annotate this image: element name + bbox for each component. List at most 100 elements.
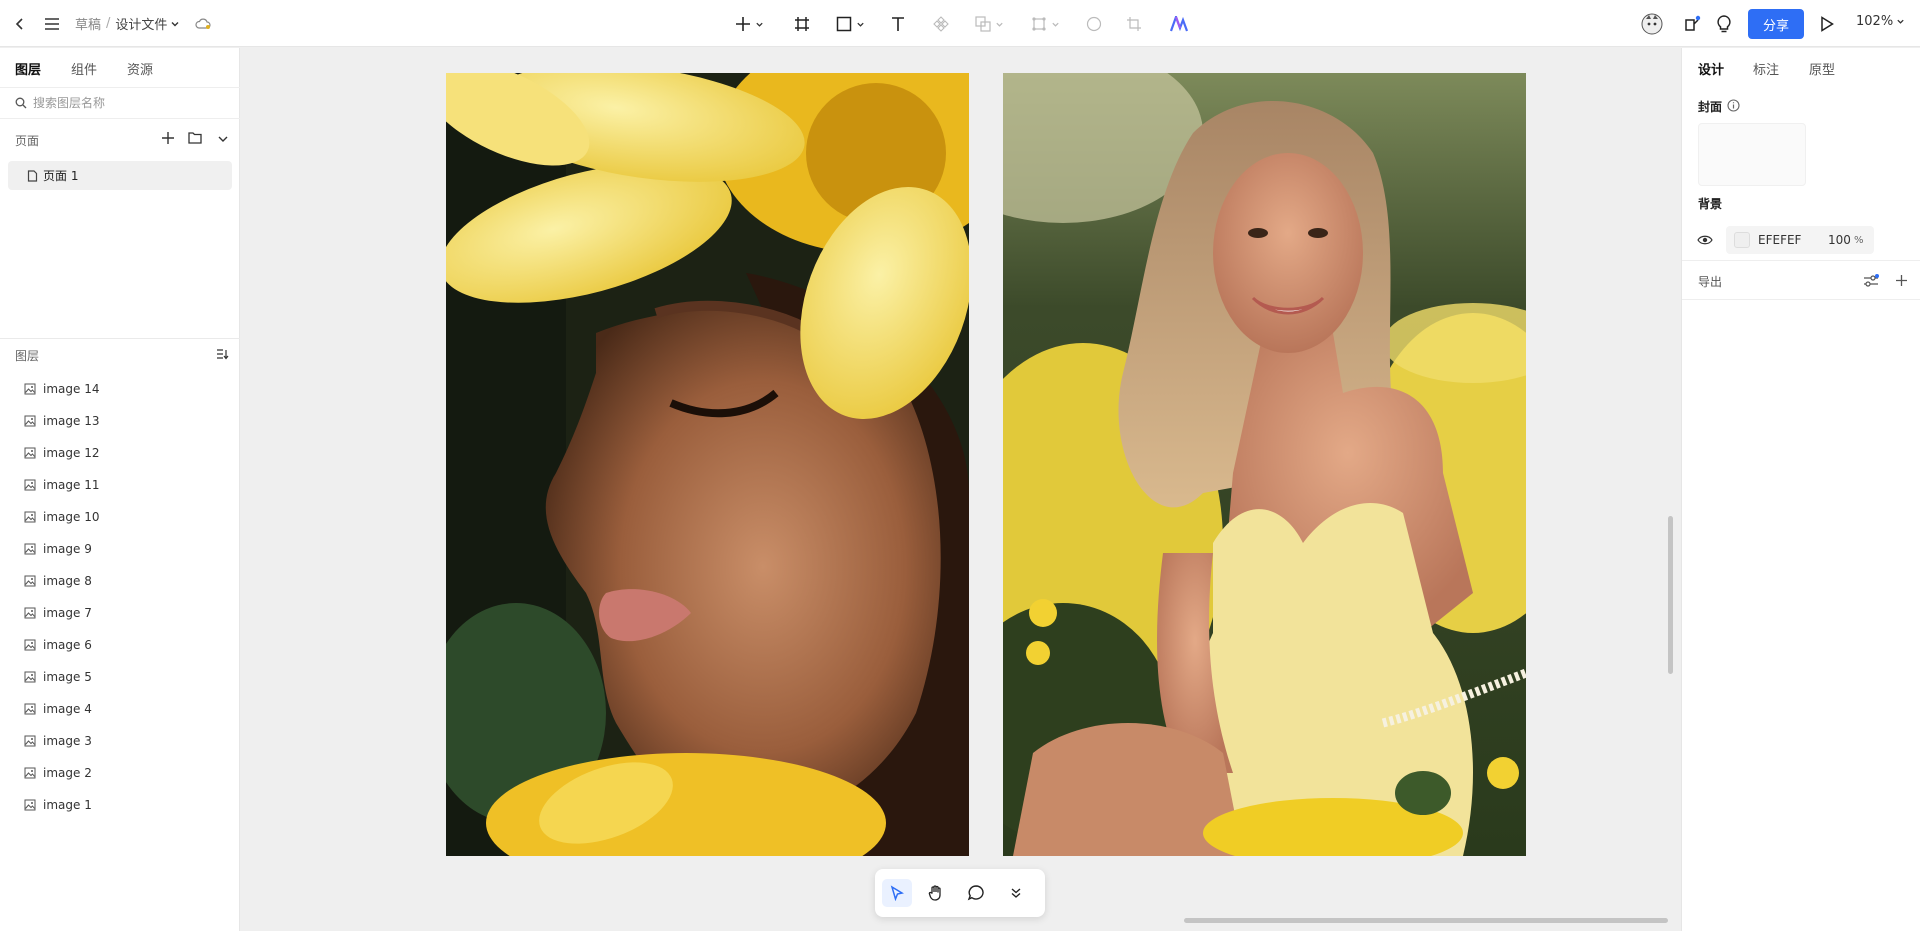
layer-item[interactable]: image 4: [24, 698, 92, 720]
component-tool-icon[interactable]: [931, 12, 951, 36]
boolean-tool[interactable]: [971, 12, 1007, 36]
tab-prototype[interactable]: 原型: [1809, 59, 1835, 78]
avatar[interactable]: [1640, 12, 1664, 36]
eye-icon[interactable]: [1697, 234, 1713, 246]
layer-item[interactable]: image 11: [24, 474, 99, 496]
add-export-icon[interactable]: [1895, 274, 1908, 287]
background-hex[interactable]: EFEFEF: [1758, 233, 1828, 247]
canvas-image-flower-portrait[interactable]: [446, 73, 969, 856]
file-name[interactable]: 设计文件: [115, 14, 167, 33]
page-icon: [27, 169, 38, 182]
layer-item[interactable]: image 13: [24, 410, 99, 432]
chevron-down-icon[interactable]: [217, 134, 229, 144]
crop-tool-icon[interactable]: [1124, 12, 1144, 36]
layer-item[interactable]: image 5: [24, 666, 92, 688]
chevron-down-icon: [1051, 20, 1060, 29]
layer-item-label: image 10: [43, 510, 100, 524]
hand-icon: [927, 884, 945, 902]
lightbulb-icon[interactable]: [1714, 12, 1734, 36]
breadcrumb-root[interactable]: 草稿: [75, 14, 101, 33]
comment-icon: [967, 884, 985, 902]
layer-item-label: image 4: [43, 702, 92, 716]
info-icon[interactable]: [1727, 99, 1740, 112]
chevron-down-icon: [1896, 17, 1905, 26]
page-item[interactable]: 页面 1: [8, 161, 232, 190]
insert-tool[interactable]: [730, 12, 768, 36]
mask-icon: [1031, 16, 1047, 32]
cover-thumbnail[interactable]: [1698, 123, 1806, 186]
add-page-icon[interactable]: [161, 131, 175, 145]
tab-layers[interactable]: 图层: [15, 59, 41, 78]
layer-item-label: image 6: [43, 638, 92, 652]
horizontal-scrollbar[interactable]: [1184, 918, 1668, 923]
cloud-sync-icon[interactable]: [194, 17, 212, 31]
mask-tool[interactable]: [1027, 12, 1063, 36]
layer-item-label: image 11: [43, 478, 100, 492]
ai-plugin-icon[interactable]: [1168, 12, 1190, 36]
image-layer-icon: [24, 511, 36, 523]
hand-tool[interactable]: [921, 879, 951, 907]
plugin-icon[interactable]: [1681, 12, 1703, 36]
cover-label: 封面: [1698, 100, 1723, 114]
layer-item[interactable]: image 6: [24, 634, 92, 656]
play-icon[interactable]: [1817, 12, 1837, 36]
background-opacity[interactable]: 100: [1828, 233, 1854, 247]
layer-item[interactable]: image 7: [24, 602, 92, 624]
flower-portrait-image: [446, 73, 969, 856]
background-color-field[interactable]: EFEFEF 100 %: [1726, 226, 1874, 254]
layers-section-title: 图层: [15, 349, 40, 363]
layer-item[interactable]: image 10: [24, 506, 99, 528]
layer-item[interactable]: image 14: [24, 378, 99, 400]
chevron-down-icon: [856, 20, 865, 29]
share-button[interactable]: 分享: [1748, 9, 1804, 39]
export-settings-icon[interactable]: [1863, 274, 1879, 288]
tab-design[interactable]: 设计: [1698, 59, 1724, 78]
frame-tool-icon[interactable]: [792, 12, 812, 36]
tab-components[interactable]: 组件: [71, 59, 97, 78]
text-tool-icon[interactable]: [888, 12, 908, 36]
layer-search: [0, 87, 240, 119]
layer-item-label: image 5: [43, 670, 92, 684]
image-layer-icon: [24, 767, 36, 779]
move-tool[interactable]: [882, 879, 912, 907]
rectangle-tool[interactable]: [832, 12, 868, 36]
layer-item[interactable]: image 8: [24, 570, 92, 592]
zoom-control[interactable]: 102%: [1856, 14, 1905, 29]
comment-tool[interactable]: [961, 879, 991, 907]
top-toolbar: 草稿 / 设计文件 分享 102%: [0, 0, 1920, 47]
image-layer-icon: [24, 607, 36, 619]
layer-sort-icon[interactable]: [216, 348, 230, 360]
left-tabs: 图层 组件 资源: [0, 48, 240, 87]
export-section: 导出: [1682, 260, 1920, 300]
layer-item[interactable]: image 2: [24, 762, 92, 784]
canvas-image-yellow-dress-portrait[interactable]: [1003, 73, 1526, 856]
layer-item[interactable]: image 12: [24, 442, 99, 464]
image-layer-icon: [24, 479, 36, 491]
bottom-toolbar: [875, 869, 1045, 917]
tab-annotate[interactable]: 标注: [1753, 59, 1779, 78]
chevron-down-icon: [995, 20, 1004, 29]
image-layer-icon: [24, 799, 36, 811]
image-layer-icon: [24, 671, 36, 683]
chevron-down-icon[interactable]: [170, 19, 180, 29]
cursor-icon: [889, 885, 905, 901]
search-input[interactable]: [33, 96, 223, 110]
left-panel: 图层 组件 资源 页面 页面 1 图层 image 14 image 13 imag…: [0, 48, 240, 931]
layer-item[interactable]: image 3: [24, 730, 92, 752]
ellipse-tool-icon[interactable]: [1084, 12, 1104, 36]
design-canvas[interactable]: [241, 48, 1681, 931]
folder-icon[interactable]: [188, 131, 202, 144]
tab-assets[interactable]: 资源: [127, 59, 153, 78]
layer-item-label: image 3: [43, 734, 92, 748]
layer-item[interactable]: image 1: [24, 794, 92, 816]
layer-item[interactable]: image 9: [24, 538, 92, 560]
layer-item-label: image 8: [43, 574, 92, 588]
menu-icon[interactable]: [42, 12, 62, 36]
vertical-scrollbar[interactable]: [1668, 516, 1673, 674]
chevron-down-icon: [755, 20, 764, 29]
background-color-swatch[interactable]: [1734, 232, 1750, 248]
more-tools[interactable]: [1001, 879, 1031, 907]
image-layer-icon: [24, 383, 36, 395]
layer-item-label: image 1: [43, 798, 92, 812]
back-icon[interactable]: [10, 12, 30, 36]
